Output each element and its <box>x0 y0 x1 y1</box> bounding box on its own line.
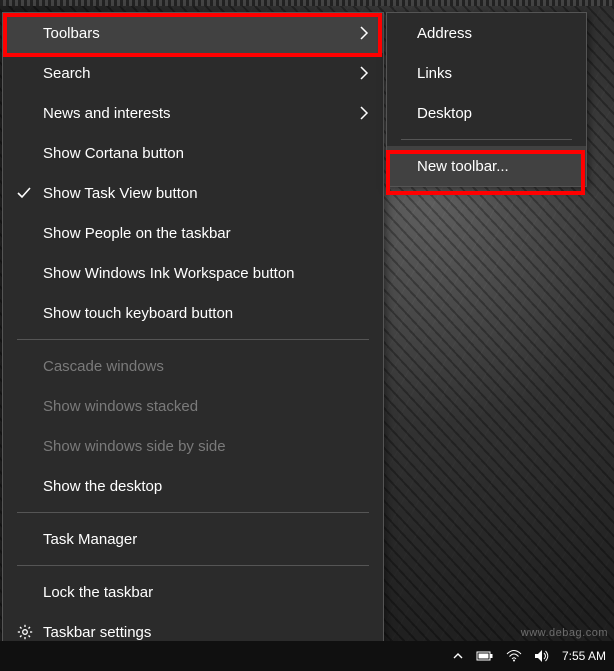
taskbar[interactable]: 7:55 AM <box>0 641 614 671</box>
menu-item-cortana[interactable]: Show Cortana button <box>3 133 383 173</box>
wifi-icon[interactable] <box>506 650 522 662</box>
submenu-item-desktop[interactable]: Desktop <box>387 93 586 133</box>
menu-label: Address <box>417 25 472 42</box>
menu-item-sidebyside: Show windows side by side <box>3 426 383 466</box>
menu-item-show-desktop[interactable]: Show the desktop <box>3 466 383 506</box>
menu-label: Task Manager <box>43 531 137 548</box>
chevron-right-icon <box>359 106 369 120</box>
menu-item-taskview[interactable]: Show Task View button <box>3 173 383 213</box>
menu-label: News and interests <box>43 105 171 122</box>
menu-label: Taskbar settings <box>43 624 151 641</box>
menu-label: Show touch keyboard button <box>43 305 233 322</box>
separator <box>401 139 572 140</box>
toolbars-submenu: Address Links Desktop New toolbar... <box>386 12 587 187</box>
menu-label: New toolbar... <box>417 158 509 175</box>
menu-item-task-manager[interactable]: Task Manager <box>3 519 383 559</box>
chevron-right-icon <box>359 66 369 80</box>
submenu-item-address[interactable]: Address <box>387 13 586 53</box>
menu-item-stacked: Show windows stacked <box>3 386 383 426</box>
watermark: www.debag.com <box>521 627 608 639</box>
menu-label: Links <box>417 65 452 82</box>
menu-item-touch-keyboard[interactable]: Show touch keyboard button <box>3 293 383 333</box>
separator <box>17 512 369 513</box>
menu-label: Show the desktop <box>43 478 162 495</box>
menu-label: Show People on the taskbar <box>43 225 231 242</box>
menu-item-news[interactable]: News and interests <box>3 93 383 133</box>
menu-label: Show Cortana button <box>43 145 184 162</box>
menu-label: Lock the taskbar <box>43 584 153 601</box>
menu-label: Toolbars <box>43 25 100 42</box>
menu-item-toolbars[interactable]: Toolbars <box>3 13 383 53</box>
separator <box>17 339 369 340</box>
menu-label: Show windows side by side <box>43 438 226 455</box>
submenu-item-links[interactable]: Links <box>387 53 586 93</box>
menu-item-ink[interactable]: Show Windows Ink Workspace button <box>3 253 383 293</box>
tray-chevron-icon[interactable] <box>452 650 464 662</box>
menu-item-people[interactable]: Show People on the taskbar <box>3 213 383 253</box>
menu-item-cascade: Cascade windows <box>3 346 383 386</box>
check-icon <box>17 186 31 200</box>
menu-label: Show Task View button <box>43 185 198 202</box>
gear-icon <box>17 624 33 640</box>
menu-item-search[interactable]: Search <box>3 53 383 93</box>
volume-icon[interactable] <box>534 649 550 663</box>
menu-label: Show windows stacked <box>43 398 198 415</box>
taskbar-context-menu: Toolbars Search News and interests Show … <box>2 12 384 653</box>
separator <box>17 565 369 566</box>
window-edge <box>0 0 614 6</box>
menu-label: Show Windows Ink Workspace button <box>43 265 295 282</box>
chevron-right-icon <box>359 26 369 40</box>
menu-item-lock-taskbar[interactable]: Lock the taskbar <box>3 572 383 612</box>
menu-label: Desktop <box>417 105 472 122</box>
menu-label: Cascade windows <box>43 358 164 375</box>
taskbar-clock[interactable]: 7:55 AM <box>562 649 606 663</box>
submenu-item-new-toolbar[interactable]: New toolbar... <box>387 146 586 186</box>
battery-icon[interactable] <box>476 650 494 662</box>
menu-label: Search <box>43 65 91 82</box>
